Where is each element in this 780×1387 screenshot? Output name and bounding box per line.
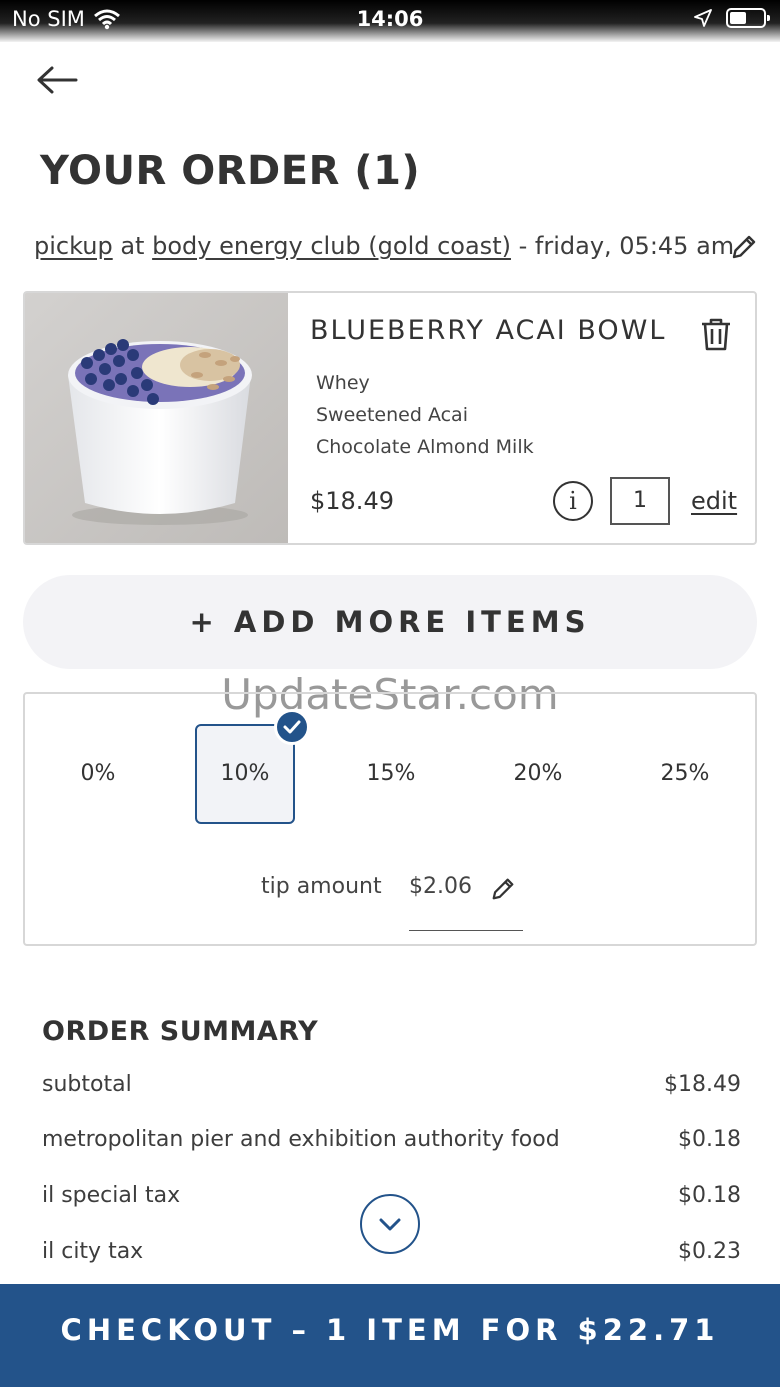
acai-bowl-photo: [25, 293, 288, 543]
edit-tip-button[interactable]: [490, 876, 516, 902]
summary-label: metropolitan pier and exhibition authori…: [42, 1127, 560, 1152]
modifier-item: Chocolate Almond Milk: [316, 436, 534, 458]
summary-value: $0.23: [678, 1239, 741, 1264]
tip-amount-label: tip amount: [261, 874, 382, 899]
summary-label: il city tax: [42, 1239, 144, 1264]
chevron-down-icon: [379, 1218, 401, 1231]
item-modifiers: Whey Sweetened Acai Chocolate Almond Mil…: [316, 367, 534, 463]
tip-amount-input[interactable]: $2.06: [409, 874, 472, 899]
summary-value: $18.49: [664, 1072, 741, 1097]
battery-icon: [726, 8, 770, 28]
summary-label: subtotal: [42, 1072, 132, 1097]
status-bar: No SIM 14:06: [0, 0, 780, 42]
back-button[interactable]: [34, 60, 80, 100]
edit-pickup-button[interactable]: [730, 233, 758, 261]
item-name: BLUEBERRY ACAI BOWL: [310, 315, 667, 346]
summary-label: il special tax: [42, 1183, 181, 1208]
page-title: YOUR ORDER (1): [40, 148, 421, 194]
pencil-icon: [492, 878, 514, 900]
item-info-button[interactable]: i: [553, 481, 593, 521]
item-price: $18.49: [310, 487, 394, 515]
pickup-time-label: - friday, 05:45 am: [518, 232, 735, 260]
pickup-location-link[interactable]: body energy club (gold coast): [152, 232, 511, 260]
summary-row: subtotal $18.49: [42, 1072, 741, 1097]
tip-option-25[interactable]: 25%: [635, 724, 735, 824]
item-image: [25, 293, 288, 543]
checkout-button[interactable]: CHECKOUT – 1 ITEM FOR $22.71: [0, 1284, 780, 1387]
tip-amount-underline: [409, 930, 523, 931]
modifier-item: Whey: [316, 372, 370, 394]
order-summary-title: ORDER SUMMARY: [42, 1016, 319, 1047]
tip-option-0[interactable]: 0%: [48, 724, 148, 824]
clock: 14:06: [356, 7, 424, 31]
pickup-at-label: at: [120, 232, 145, 260]
remove-item-button[interactable]: [699, 317, 733, 351]
summary-row: metropolitan pier and exhibition authori…: [42, 1127, 741, 1152]
back-arrow-icon: [37, 66, 78, 94]
modifier-item: Sweetened Acai: [316, 404, 468, 426]
scroll-down-button[interactable]: [360, 1194, 420, 1254]
cart-item-card: BLUEBERRY ACAI BOWL Whey Sweetened Acai …: [23, 291, 757, 545]
selected-check-icon: [274, 709, 310, 745]
summary-value: $0.18: [678, 1127, 741, 1152]
pencil-icon: [732, 235, 756, 259]
pickup-details: pickup at body energy club (gold coast) …: [34, 232, 734, 260]
edit-item-link[interactable]: edit: [691, 487, 737, 515]
tip-option-20[interactable]: 20%: [488, 724, 588, 824]
summary-value: $0.18: [678, 1183, 741, 1208]
tip-option-15[interactable]: 15%: [341, 724, 441, 824]
pickup-mode-link[interactable]: pickup: [34, 232, 113, 260]
tip-panel: 0% 10% 15% 20% 25% tip amount $2.06: [23, 692, 757, 946]
status-right: [694, 8, 770, 28]
location-arrow-icon: [694, 9, 712, 27]
quantity-input[interactable]: 1: [610, 477, 670, 525]
trash-icon: [702, 318, 730, 351]
add-more-items-button[interactable]: + ADD MORE ITEMS: [23, 575, 757, 669]
